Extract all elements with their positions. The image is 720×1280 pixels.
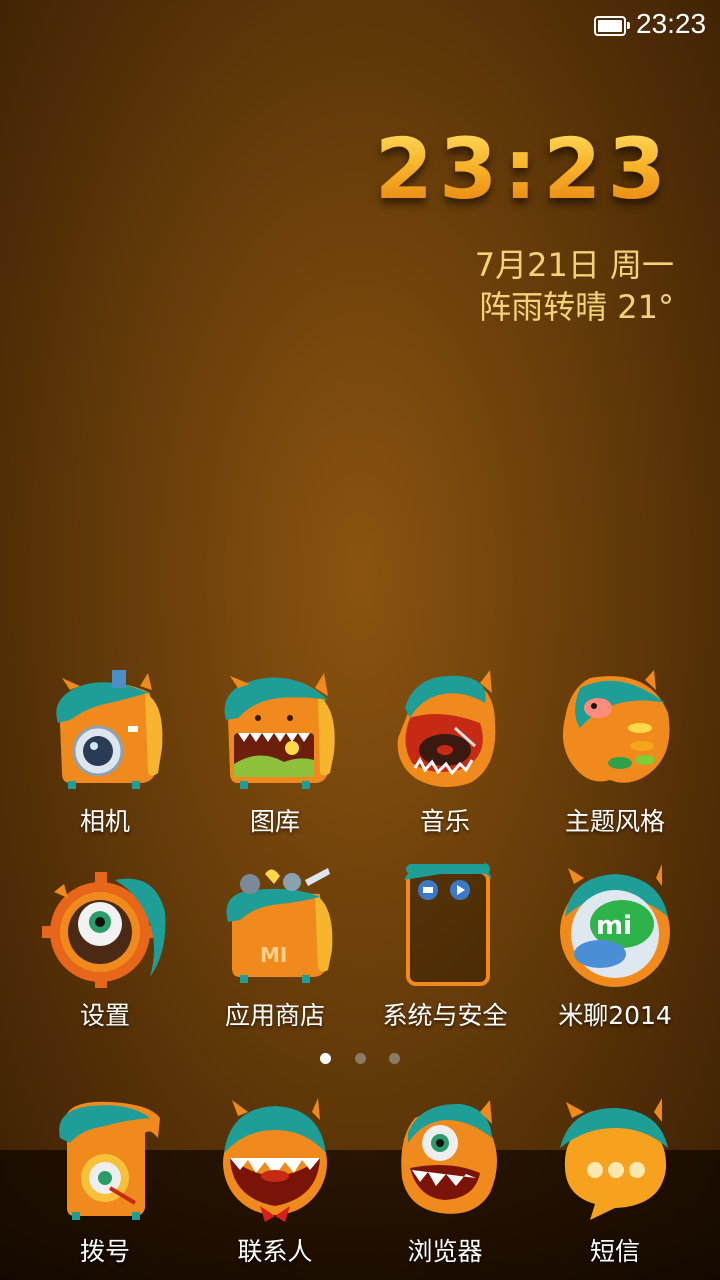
page-dot[interactable] — [354, 1053, 366, 1064]
settings-monster-icon — [40, 862, 170, 992]
clock-widget-time[interactable]: 23:23 — [375, 120, 672, 218]
clock-widget-date: 7月21日 周一 — [474, 246, 674, 284]
folder-icon — [380, 862, 510, 992]
miliao-monster-icon: mi — [550, 862, 680, 992]
theme-monster-icon — [550, 668, 680, 798]
svg-text:mi: mi — [596, 911, 632, 941]
clock-widget-weather: 阵雨转晴 21° — [479, 288, 674, 326]
app-label: 拨号 — [79, 1237, 130, 1266]
gallery-monster-icon — [210, 668, 340, 798]
page-dot-active[interactable] — [320, 1053, 332, 1064]
folder-system-security[interactable]: 系统与安全 — [360, 862, 530, 1032]
dock-browser[interactable]: 浏览器 — [360, 1098, 530, 1268]
app-settings[interactable]: 设置 — [20, 862, 190, 1032]
app-camera[interactable]: 相机 — [20, 668, 190, 838]
app-label: 系统与安全 — [382, 1001, 508, 1030]
app-label: 音乐 — [419, 807, 470, 836]
app-store[interactable]: MI 应用商店 — [190, 862, 360, 1032]
svg-text:MI: MI — [260, 943, 287, 967]
page-dot[interactable] — [388, 1053, 400, 1064]
app-label: 米聊2014 — [558, 1001, 672, 1030]
phone-monster-icon — [40, 1098, 170, 1228]
camera-monster-icon — [40, 668, 170, 798]
battery-level — [598, 20, 622, 32]
contacts-monster-icon — [210, 1098, 340, 1228]
app-label: 主题风格 — [564, 807, 665, 836]
messages-monster-icon — [550, 1098, 680, 1228]
app-label: 图库 — [249, 807, 300, 836]
dock-messages[interactable]: 短信 — [530, 1098, 700, 1268]
page-indicator[interactable] — [0, 1049, 720, 1068]
app-label: 浏览器 — [407, 1237, 483, 1266]
status-time: 23:23 — [636, 8, 707, 39]
music-monster-icon — [380, 668, 510, 798]
browser-monster-icon — [380, 1098, 510, 1228]
status-bar: 23:23 — [0, 0, 720, 52]
app-store-monster-icon: MI — [210, 862, 340, 992]
app-label: 短信 — [589, 1237, 640, 1266]
app-label: 设置 — [79, 1001, 130, 1030]
app-music[interactable]: 音乐 — [360, 668, 530, 838]
app-theme[interactable]: 主题风格 — [530, 668, 700, 838]
dock-contacts[interactable]: 联系人 — [190, 1098, 360, 1268]
app-label: 相机 — [79, 807, 130, 836]
battery-icon — [594, 16, 630, 36]
app-miliao[interactable]: mi 米聊2014 — [530, 862, 700, 1032]
app-gallery[interactable]: 图库 — [190, 668, 360, 838]
app-label: 联系人 — [237, 1237, 313, 1266]
app-label: 应用商店 — [224, 1001, 325, 1030]
dock-phone[interactable]: 拨号 — [20, 1098, 190, 1268]
